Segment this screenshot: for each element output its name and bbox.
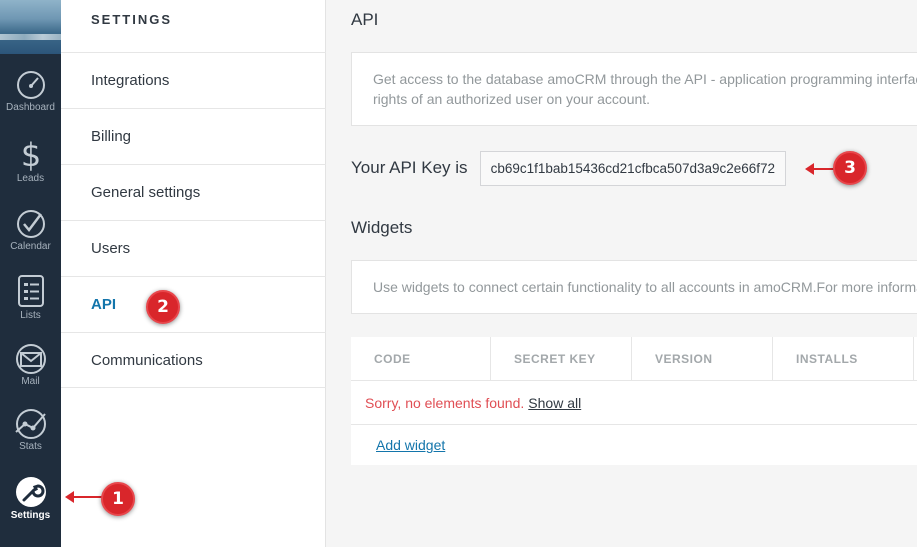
tooltip-tail <box>373 118 389 125</box>
nav-label: Stats <box>19 441 42 452</box>
table-header: CODE SECRET KEY VERSION INSTALLS <box>351 337 917 381</box>
callout-arrow-1 <box>65 491 102 503</box>
main-content: API Get access to the database amoCRM th… <box>326 0 917 547</box>
submenu-item-integrations[interactable]: Integrations <box>61 52 326 108</box>
api-description-box: Get access to the database amoCRM throug… <box>351 52 917 126</box>
submenu-item-billing[interactable]: Billing <box>61 108 326 164</box>
api-description-line2: rights of an authorized user on your acc… <box>373 91 651 107</box>
nav-label: Leads <box>16 173 45 184</box>
nav-label: Settings <box>10 510 51 521</box>
dashboard-icon <box>16 71 45 99</box>
tooltip-tail <box>373 306 389 313</box>
nav-item-settings[interactable]: Settings <box>0 475 61 521</box>
submenu-item-general-settings[interactable]: General settings <box>61 164 326 220</box>
mail-icon <box>15 344 46 374</box>
api-description-line1: Get access to the database amoCRM throug… <box>373 71 917 87</box>
widgets-description: Use widgets to connect certain functiona… <box>373 279 917 295</box>
stats-icon <box>14 409 46 439</box>
check-circle-icon <box>16 210 45 238</box>
user-avatar-photo[interactable] <box>0 0 61 54</box>
nav-item-stats[interactable]: Stats <box>0 408 61 452</box>
wrench-icon <box>15 477 46 507</box>
nav-item-calendar[interactable]: Calendar <box>0 208 61 252</box>
add-widget-link[interactable]: Add widget <box>376 437 445 453</box>
widgets-description-box: Use widgets to connect certain functiona… <box>351 260 917 314</box>
nav-label: Lists <box>20 310 41 321</box>
nav-label: Calendar <box>10 241 51 252</box>
column-header-installs[interactable]: INSTALLS <box>773 337 914 381</box>
submenu-item-users[interactable]: Users <box>61 220 326 276</box>
nav-item-dashboard[interactable]: Dashboard <box>0 69 61 113</box>
add-widget-row: Add widget <box>351 425 917 465</box>
api-section-title: API <box>351 10 379 29</box>
api-key-label: Your API Key is <box>351 158 468 177</box>
callout-badge-3: 3 <box>833 151 867 185</box>
submenu-item-api[interactable]: API <box>61 276 326 332</box>
svg-text:$: $ <box>20 136 40 172</box>
callout-badge-1: 1 <box>101 482 135 516</box>
empty-row: Sorry, no elements found. Show all <box>351 381 917 425</box>
list-icon <box>17 275 44 307</box>
column-header-secret-key[interactable]: SECRET KEY <box>491 337 632 381</box>
nav-item-leads[interactable]: $ Leads <box>0 136 61 184</box>
nav-label: Dashboard <box>6 102 55 113</box>
dollar-icon: $ <box>20 136 40 172</box>
widgets-table: CODE SECRET KEY VERSION INSTALLS Sorry, … <box>351 337 917 465</box>
submenu-item-communications[interactable]: Communications <box>61 332 326 388</box>
nav-item-lists[interactable]: Lists <box>0 273 61 321</box>
widgets-section-title: Widgets <box>351 218 413 237</box>
nav-label: Mail <box>21 376 40 387</box>
callout-arrow-3 <box>805 163 834 175</box>
column-header-code[interactable]: CODE <box>351 337 491 381</box>
callout-badge-2: 2 <box>146 290 180 324</box>
main-nav-rail: Dashboard $ Leads Calendar Lists Mail St… <box>0 0 61 547</box>
submenu-title: SETTINGS <box>91 12 173 27</box>
api-key-field[interactable]: cb69c1f1bab15436cd21cfbca507d3a9c2e66f72 <box>479 150 787 186</box>
submenu-list: Integrations Billing General settings Us… <box>61 52 326 388</box>
column-header-version[interactable]: VERSION <box>632 337 773 381</box>
api-key-row: Your API Key is cb69c1f1bab15436cd21cfbc… <box>351 150 787 186</box>
show-all-link[interactable]: Show all <box>528 395 581 411</box>
empty-message: Sorry, no elements found. <box>365 394 525 411</box>
settings-submenu: SETTINGS Integrations Billing General se… <box>61 0 326 547</box>
nav-item-mail[interactable]: Mail <box>0 343 61 387</box>
